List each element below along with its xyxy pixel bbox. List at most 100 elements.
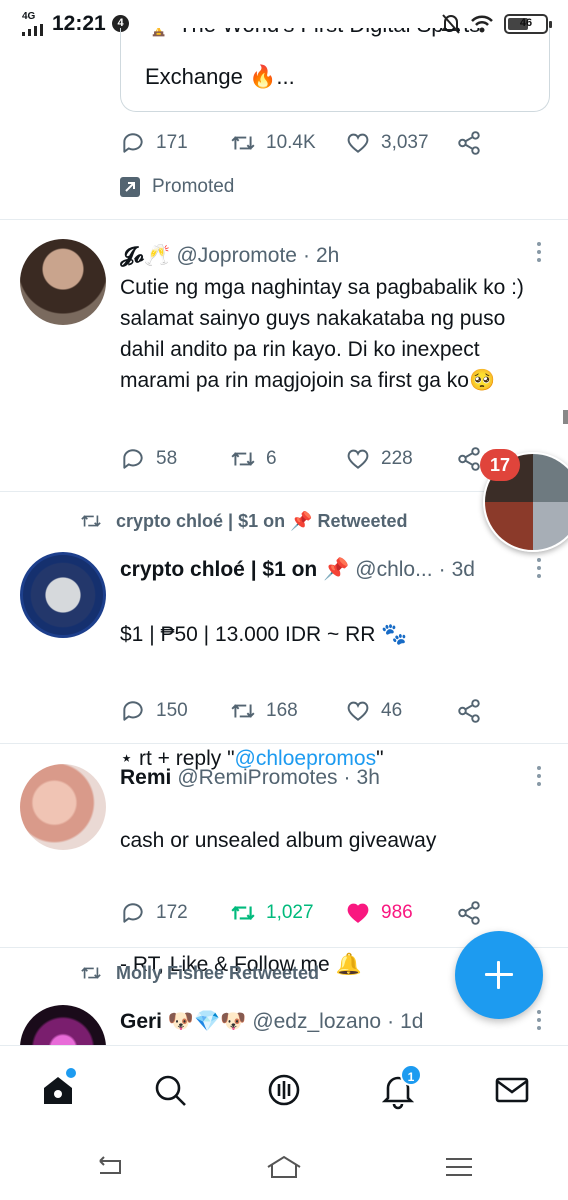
- retweet-button[interactable]: 10.4K: [230, 130, 316, 156]
- tweet-text: Cutie ng mga naghintay sa pagbabalik ko …: [120, 276, 524, 392]
- like-button[interactable]: 986: [345, 900, 413, 926]
- timestamp[interactable]: 1d: [400, 1010, 423, 1034]
- share-button[interactable]: [456, 446, 482, 472]
- retweet-icon: [231, 136, 255, 150]
- promoted-icon: [120, 177, 140, 197]
- retweeted-by-text: crypto chloé | $1 on 📌 Retweeted: [116, 510, 408, 531]
- system-navigation: [0, 1135, 568, 1200]
- avatar[interactable]: [20, 1005, 106, 1045]
- nav-notifications[interactable]: 1: [376, 1064, 422, 1112]
- share-icon: [458, 131, 480, 155]
- more-options-icon[interactable]: [536, 558, 542, 582]
- retweet-count: 10.4K: [266, 132, 316, 153]
- tweet-header: 𝓙𝓸🥂 @Jopromote · 2h: [120, 244, 340, 268]
- tweet-header: crypto chloé | $1 on 📌 @chlo... · 3d: [120, 558, 475, 582]
- retweet-button[interactable]: 6: [230, 446, 277, 472]
- tweet-jopromote[interactable]: 𝓙𝓸🥂 @Jopromote · 2h Cutie ng mga naghint…: [0, 220, 568, 492]
- nav-spaces[interactable]: [262, 1068, 306, 1112]
- share-button[interactable]: [456, 900, 482, 926]
- timestamp[interactable]: 2h: [316, 244, 339, 268]
- handle[interactable]: @Jopromote: [176, 244, 297, 268]
- handle[interactable]: @edz_lozano: [252, 1010, 381, 1034]
- like-count: 46: [381, 700, 403, 721]
- nav-messages[interactable]: [490, 1068, 534, 1112]
- share-button[interactable]: [456, 130, 482, 156]
- more-options-icon[interactable]: [536, 1010, 542, 1034]
- display-name[interactable]: 𝓙𝓸🥂: [120, 244, 170, 268]
- share-button[interactable]: [456, 698, 482, 724]
- reply-icon: [123, 701, 143, 721]
- back-icon[interactable]: [94, 1155, 126, 1179]
- nav-home[interactable]: [36, 1068, 80, 1112]
- share-icon: [458, 901, 480, 925]
- more-options-icon[interactable]: [536, 766, 542, 790]
- reply-count: 171: [156, 132, 188, 153]
- timeline[interactable]: 🏆 The World's First Digital Sports Excha…: [0, 28, 568, 1045]
- retweet-icon: [231, 704, 255, 718]
- avatar[interactable]: [20, 552, 106, 638]
- tweet-chloe[interactable]: crypto chloé | $1 on 📌 Retweeted crypto …: [0, 492, 568, 770]
- retweet-icon: [81, 515, 101, 527]
- timestamp[interactable]: 3d: [452, 558, 475, 582]
- recents-icon[interactable]: [444, 1155, 474, 1179]
- display-name[interactable]: Geri 🐶💎🐶: [120, 1010, 246, 1034]
- nav-search[interactable]: [148, 1068, 192, 1112]
- bottom-navigation: 1: [0, 1045, 568, 1135]
- promoted-tweet[interactable]: 171 10.4K 3,037 Promoted: [0, 28, 568, 220]
- tweet-header: Geri 🐶💎🐶 @edz_lozano · 1d: [120, 1010, 424, 1034]
- retweet-count: 168: [266, 700, 298, 721]
- retweeted-by-text: Molly Fishee Retweeted: [116, 962, 320, 983]
- tweet-actions: 58 6 228: [120, 446, 500, 476]
- tweet-actions: 171 10.4K 3,037: [120, 130, 500, 160]
- like-count: 986: [381, 902, 413, 923]
- tweet-actions: 172 1,027 986: [120, 900, 500, 930]
- tweet-remi[interactable]: Remi @RemiPromotes · 3h cash or unsealed…: [0, 744, 568, 976]
- compose-tweet-button[interactable]: [455, 931, 543, 1019]
- reply-button[interactable]: 172: [120, 900, 188, 926]
- reply-count: 150: [156, 700, 188, 721]
- home-unread-dot: [66, 1068, 76, 1078]
- promoted-label: Promoted: [120, 176, 234, 198]
- promoted-text: Promoted: [152, 176, 235, 197]
- like-button[interactable]: 228: [345, 446, 413, 472]
- reply-button[interactable]: 58: [120, 446, 177, 472]
- reply-button[interactable]: 171: [120, 130, 188, 156]
- handle[interactable]: @RemiPromotes: [177, 766, 337, 790]
- display-name[interactable]: Remi: [120, 766, 171, 790]
- retweet-icon: [231, 452, 255, 466]
- avatar[interactable]: [20, 764, 106, 850]
- more-options-icon[interactable]: [536, 242, 542, 266]
- retweet-button[interactable]: 1,027: [230, 900, 314, 926]
- like-count: 3,037: [381, 132, 429, 153]
- retweeted-by[interactable]: crypto chloé | $1 on 📌 Retweeted: [78, 510, 408, 532]
- reply-icon: [123, 133, 143, 153]
- tweet-text-line: $1 | ₱50 | 13.000 IDR ~ RR 🐾: [120, 623, 408, 646]
- heart-icon: [347, 449, 369, 469]
- retweeted-by[interactable]: Molly Fishee Retweeted: [78, 962, 319, 984]
- timestamp[interactable]: 3h: [357, 766, 380, 790]
- display-name[interactable]: crypto chloé | $1 on 📌: [120, 558, 349, 582]
- heart-icon: [347, 903, 369, 923]
- reply-icon: [123, 449, 143, 469]
- scrollbar[interactable]: [563, 410, 568, 424]
- heart-icon: [347, 133, 369, 153]
- reply-button[interactable]: 150: [120, 698, 188, 724]
- avatar[interactable]: [20, 239, 106, 325]
- chat-bubble-badge: 17: [480, 449, 520, 481]
- tweet-header: Remi @RemiPromotes · 3h: [120, 766, 380, 790]
- heart-icon: [347, 701, 369, 721]
- retweet-button[interactable]: 168: [230, 698, 298, 724]
- home-button-icon[interactable]: [266, 1155, 302, 1179]
- share-icon: [458, 699, 480, 723]
- tweet-text-line: cash or unsealed album giveaway: [120, 829, 437, 852]
- spaces-icon: [268, 1074, 300, 1106]
- search-icon: [155, 1075, 186, 1106]
- handle[interactable]: @chlo...: [355, 558, 432, 582]
- like-button[interactable]: 3,037: [345, 130, 429, 156]
- like-button[interactable]: 46: [345, 698, 402, 724]
- reply-icon: [123, 903, 143, 923]
- mail-icon: [495, 1077, 529, 1103]
- network-type: 4G: [22, 11, 36, 22]
- retweet-icon: [81, 967, 101, 979]
- reply-count: 58: [156, 448, 178, 469]
